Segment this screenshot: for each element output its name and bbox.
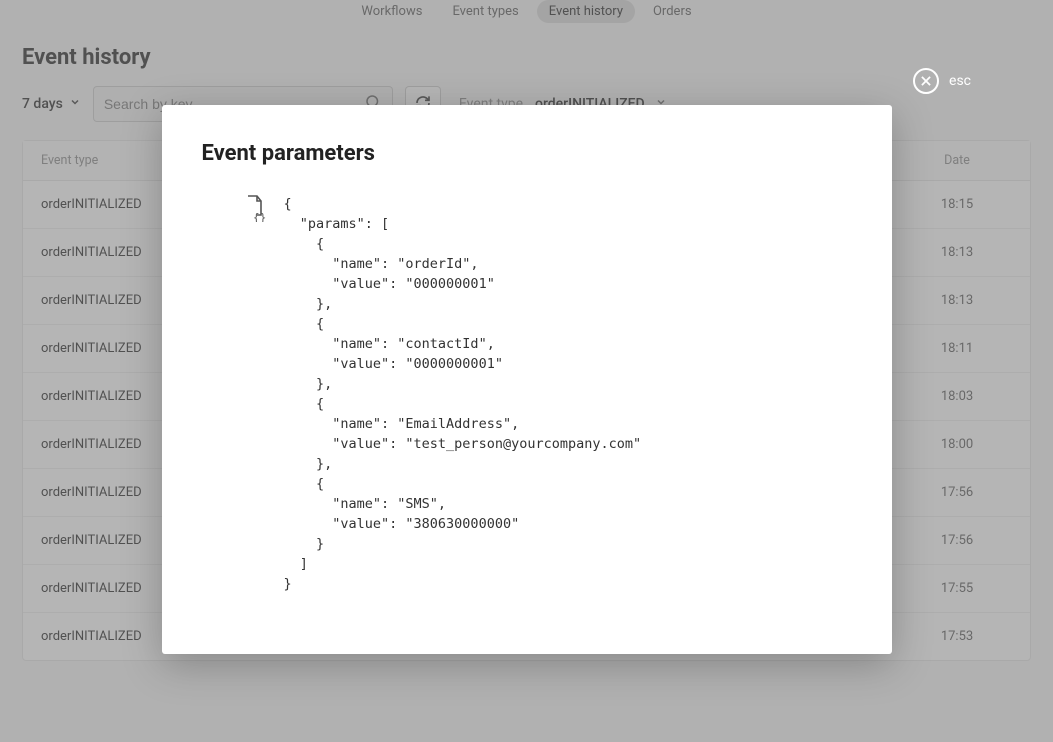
close-button[interactable]: esc [913,68,971,94]
event-parameters-modal: Event parameters {} { "params": [ { "nam… [162,105,892,654]
modal-overlay[interactable]: esc Event parameters {} { "params": [ { … [0,0,1053,742]
copy-json-icon[interactable]: {} [242,194,266,594]
close-icon [913,68,939,94]
json-code-block: { "params": [ { "name": "orderId", "valu… [284,194,642,594]
svg-text:{}: {} [253,211,266,222]
code-area: {} { "params": [ { "name": "orderId", "v… [202,194,852,594]
close-label: esc [949,73,971,89]
modal-title: Event parameters [202,141,852,166]
